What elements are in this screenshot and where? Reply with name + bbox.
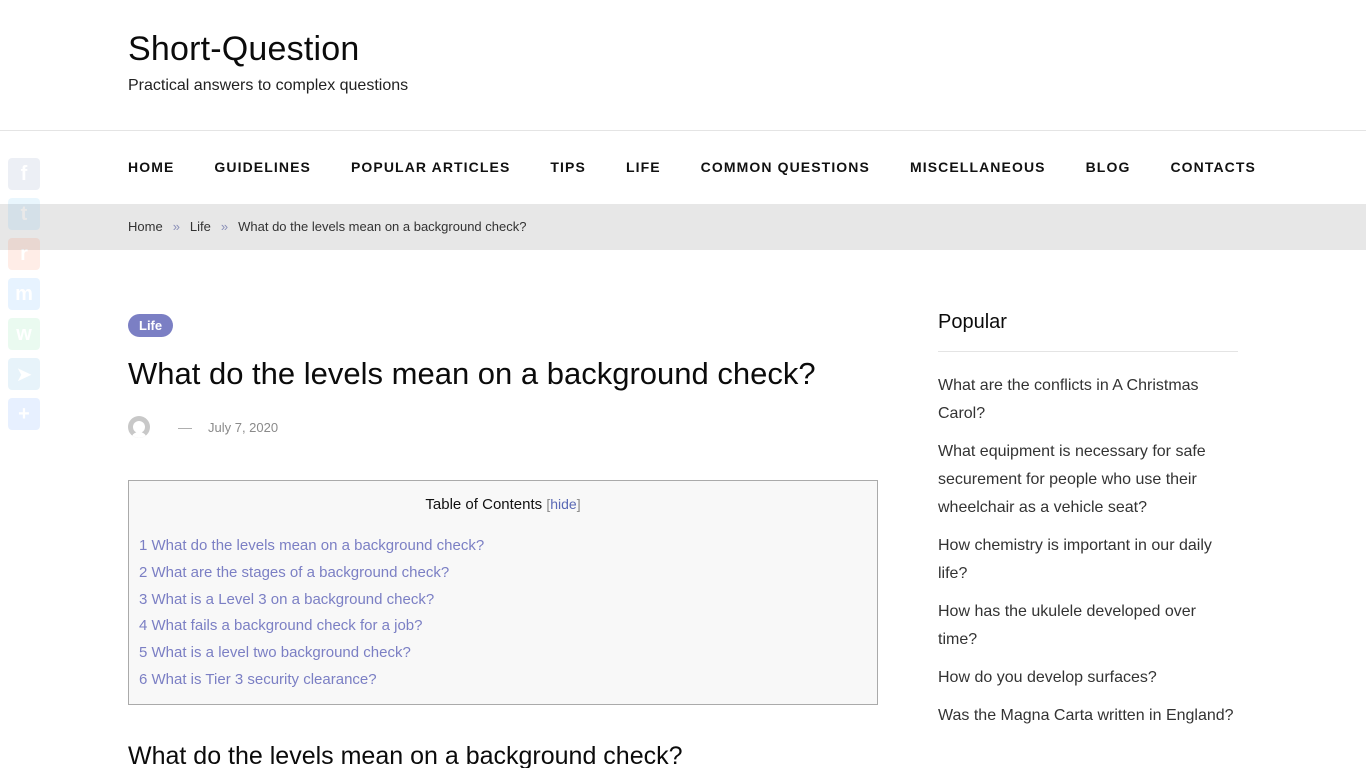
telegram-icon[interactable]: ➤ xyxy=(8,358,40,390)
popular-item[interactable]: What are the conflicts in A Christmas Ca… xyxy=(938,372,1238,428)
toc-item[interactable]: 2 What are the stages of a background ch… xyxy=(139,563,484,590)
popular-widget-title: Popular xyxy=(938,311,1007,333)
nav-item-contacts[interactable]: CONTACTS xyxy=(1170,159,1256,175)
category-badge[interactable]: Life xyxy=(128,314,174,337)
post-date: July 7, 2020 xyxy=(208,419,279,435)
whatsapp-icon[interactable]: w xyxy=(8,318,40,350)
breadcrumb-life[interactable]: Life xyxy=(190,219,211,234)
nav-item-guidelines[interactable]: GUIDELINES xyxy=(214,159,311,175)
social-share-bar: f t r m w ➤ + xyxy=(8,158,40,438)
nav-item-popular-articles[interactable]: POPULAR ARTICLES xyxy=(351,159,510,175)
breadcrumb-home[interactable]: Home xyxy=(128,219,163,234)
main-nav: HOME GUIDELINES POPULAR ARTICLES TIPS LI… xyxy=(0,131,1366,204)
breadcrumb-separator-icon: » xyxy=(220,219,229,234)
popular-list: What are the conflicts in A Christmas Ca… xyxy=(938,372,1238,740)
popular-item[interactable]: Was the Magna Carta written in England? xyxy=(938,702,1238,730)
toc-item[interactable]: 5 What is a level two background check? xyxy=(139,643,484,670)
post-title: What do the levels mean on a background … xyxy=(128,356,816,391)
nav-item-life[interactable]: LIFE xyxy=(626,159,661,175)
nav-item-common-questions[interactable]: COMMON QUESTIONS xyxy=(701,159,870,175)
nav-item-home[interactable]: HOME xyxy=(128,159,174,175)
share-plus-icon[interactable]: + xyxy=(8,398,40,430)
breadcrumb-current: What do the levels mean on a background … xyxy=(238,219,527,234)
breadcrumb-bar: Home » Life » What do the levels mean on… xyxy=(0,204,1366,250)
toc-toggle: [hide] xyxy=(546,496,580,512)
reddit-icon[interactable]: r xyxy=(8,238,40,270)
twitter-icon[interactable]: t xyxy=(8,198,40,230)
popular-item[interactable]: How chemistry is important in our daily … xyxy=(938,532,1238,588)
toc-item[interactable]: 4 What fails a background check for a jo… xyxy=(139,616,484,643)
nav-list: HOME GUIDELINES POPULAR ARTICLES TIPS LI… xyxy=(128,159,1296,175)
site-title[interactable]: Short-Question xyxy=(128,30,359,69)
toc-item[interactable]: 3 What is a Level 3 on a background chec… xyxy=(139,590,484,617)
post-meta: — July 7, 2020 xyxy=(128,416,278,438)
popular-item[interactable]: How has the ukulele developed over time? xyxy=(938,598,1238,654)
site-tagline: Practical answers to complex questions xyxy=(128,77,409,94)
toc-hide-link[interactable]: hide xyxy=(550,496,576,512)
toc-item[interactable]: 1 What do the levels mean on a backgroun… xyxy=(139,536,484,563)
toc-title: Table of Contents xyxy=(425,496,543,513)
meta-dash: — xyxy=(178,419,192,435)
breadcrumb: Home » Life » What do the levels mean on… xyxy=(128,219,526,234)
toc-header: Table of Contents [hide] xyxy=(129,496,877,513)
messenger-icon[interactable]: m xyxy=(8,278,40,310)
toc-item[interactable]: 6 What is Tier 3 security clearance? xyxy=(139,670,484,697)
section-heading: What do the levels mean on a background … xyxy=(128,742,683,768)
widget-divider xyxy=(938,351,1238,352)
popular-item[interactable]: What equipment is necessary for safe sec… xyxy=(938,438,1238,522)
table-of-contents: Table of Contents [hide] 1 What do the l… xyxy=(128,480,878,705)
nav-item-tips[interactable]: TIPS xyxy=(550,159,586,175)
toc-bracket: ] xyxy=(576,496,581,512)
toc-list: 1 What do the levels mean on a backgroun… xyxy=(139,536,484,697)
site-header: Short-Question Practical answers to comp… xyxy=(0,0,1366,131)
nav-item-miscellaneous[interactable]: MISCELLANEOUS xyxy=(910,159,1046,175)
breadcrumb-separator-icon: » xyxy=(172,219,180,234)
facebook-icon[interactable]: f xyxy=(8,158,40,190)
author-avatar-icon[interactable] xyxy=(128,416,150,438)
popular-item[interactable]: How do you develop surfaces? xyxy=(938,664,1238,692)
nav-item-blog[interactable]: BLOG xyxy=(1086,159,1131,175)
